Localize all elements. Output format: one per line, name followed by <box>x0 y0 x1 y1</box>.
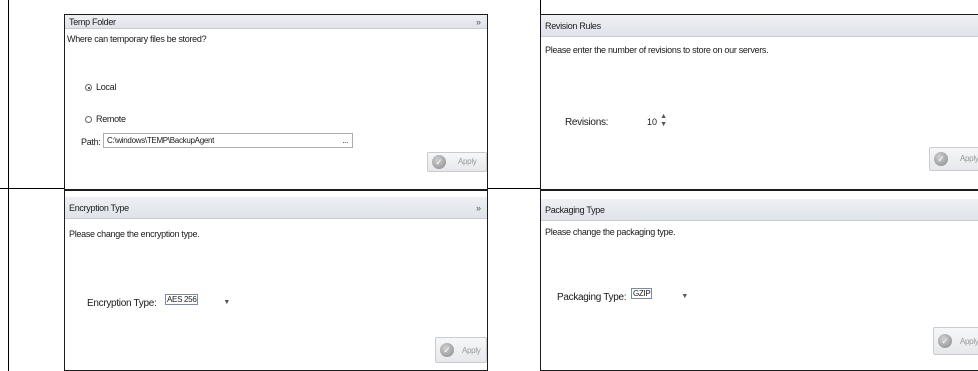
revisions-label: Revisions: <box>565 117 609 128</box>
packaging-type-label: Packaging Type: <box>557 292 627 303</box>
revision-rules-panel: Revision Rules Please enter the number o… <box>540 14 978 190</box>
encryption-type-apply-button[interactable]: Apply <box>435 337 487 363</box>
packaging-type-select[interactable]: GZIP ▼ <box>627 286 691 302</box>
collapse-icon[interactable]: » <box>476 197 481 219</box>
packaging-type-panel: Packaging Type Please change the packagi… <box>540 190 978 371</box>
revisions-stepper[interactable]: 10 ▲ ▼ <box>613 111 669 131</box>
chevron-down-icon[interactable]: ▼ <box>223 296 230 309</box>
packaging-type-header: Packaging Type <box>541 199 978 221</box>
radio-local-button[interactable] <box>85 84 92 91</box>
revisions-value[interactable]: 10 <box>647 117 657 127</box>
encryption-type-title: Encryption Type <box>69 203 129 213</box>
radio-remote-label: Remote <box>96 114 126 124</box>
temp-folder-header: Temp Folder <box>65 15 487 29</box>
spinner-down-icon[interactable]: ▼ <box>660 121 667 128</box>
apply-label: Apply <box>462 346 481 355</box>
spinner-up-icon[interactable]: ▲ <box>660 113 667 120</box>
revision-rules-description: Please enter the number of revisions to … <box>545 45 769 55</box>
path-input[interactable]: C:\windows\TEMP\BackupAgent ... <box>103 133 353 148</box>
encryption-type-description: Please change the encryption type. <box>69 229 200 239</box>
revision-rules-header: Revision Rules <box>541 15 978 37</box>
path-value: C:\windows\TEMP\BackupAgent <box>107 136 215 145</box>
temp-folder-title: Temp Folder <box>69 17 116 27</box>
radio-remote-button[interactable] <box>85 116 92 123</box>
packaging-type-title: Packaging Type <box>545 205 605 215</box>
collapse-icon[interactable]: » <box>476 15 481 29</box>
path-label: Path: <box>81 137 101 147</box>
apply-label: Apply <box>458 157 477 166</box>
check-circle-icon <box>440 343 454 357</box>
encryption-type-header: Encryption Type <box>65 197 487 219</box>
check-circle-icon <box>432 155 446 169</box>
chevron-down-icon[interactable]: ▼ <box>681 290 688 303</box>
grid-vertical-left <box>8 0 9 371</box>
encryption-type-value: AES 256 <box>165 294 199 305</box>
encryption-type-select[interactable]: AES 256 ▼ <box>161 292 233 308</box>
temp-folder-apply-button[interactable]: Apply <box>427 152 487 172</box>
encryption-type-panel: Encryption Type » Please change the encr… <box>64 190 488 371</box>
encryption-type-label: Encryption Type: <box>87 298 157 309</box>
revision-rules-apply-button[interactable]: Apply <box>929 147 978 171</box>
packaging-type-apply-button[interactable]: Apply <box>933 327 978 355</box>
packaging-type-value: GZIP <box>631 288 653 299</box>
radio-local-label: Local <box>96 82 117 92</box>
apply-label: Apply <box>960 337 978 346</box>
check-circle-icon <box>934 152 948 166</box>
check-circle-icon <box>938 334 952 348</box>
packaging-type-description: Please change the packaging type. <box>545 227 676 237</box>
temp-folder-panel: Temp Folder » Where can temporary files … <box>64 14 488 190</box>
browse-button[interactable]: ... <box>342 134 348 147</box>
temp-folder-question: Where can temporary files be stored? <box>67 34 207 44</box>
apply-label: Apply <box>960 154 978 163</box>
revision-rules-title: Revision Rules <box>545 21 601 31</box>
